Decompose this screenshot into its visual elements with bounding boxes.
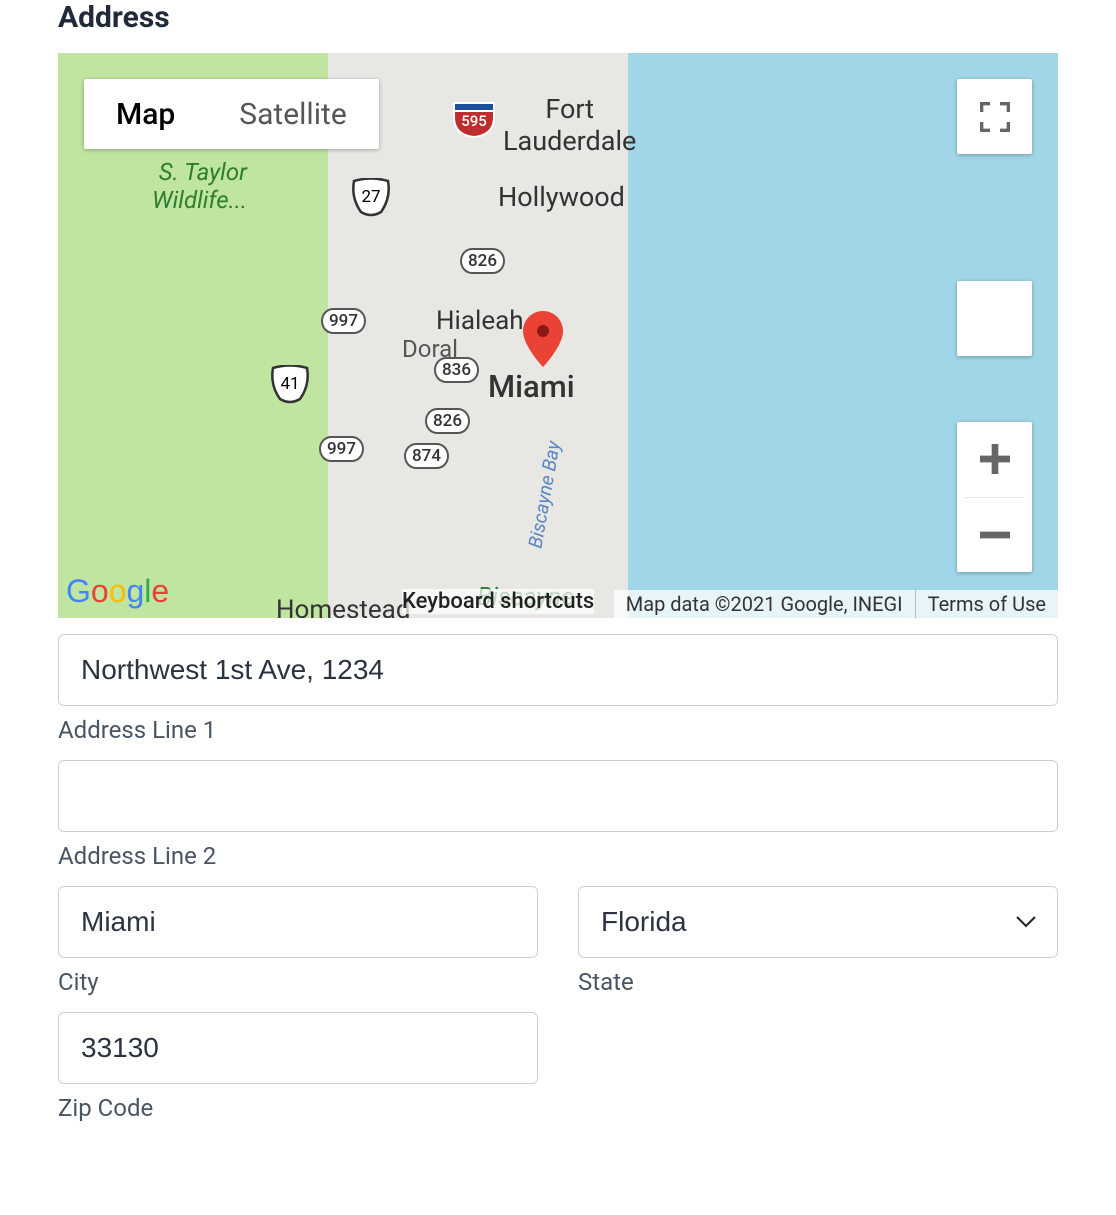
state-select[interactable] — [578, 886, 1058, 958]
hwy-shield-us41: 41 — [270, 365, 310, 409]
map-marker-icon — [523, 311, 563, 367]
zoom-control — [957, 422, 1032, 572]
map-data-attribution: Map data ©2021 Google, INEGI — [614, 590, 915, 618]
map-label-miami: Miami — [488, 368, 575, 405]
zip-code-label: Zip Code — [58, 1094, 538, 1122]
hwy-shield-836: 836 — [434, 357, 479, 383]
address-line-1-input[interactable] — [58, 634, 1058, 706]
map-type-map[interactable]: Map — [84, 79, 207, 149]
map-type-toggle: Map Satellite — [84, 79, 379, 149]
plus-icon — [980, 444, 1010, 474]
zoom-out-button[interactable] — [957, 498, 1032, 573]
map-type-satellite[interactable]: Satellite — [207, 79, 378, 149]
hwy-shield-us27: 27 — [351, 178, 391, 222]
keyboard-shortcuts-button[interactable]: Keyboard shortcuts — [402, 589, 594, 614]
hwy-shield-997-bot: 997 — [319, 436, 364, 462]
map-label-fort-lauderdale: Fort Lauderdale — [503, 93, 636, 157]
terms-link[interactable]: Terms of Use — [915, 590, 1058, 618]
map-label-hollywood: Hollywood — [498, 181, 625, 213]
hwy-shield-826-bot: 826 — [425, 408, 470, 434]
address-line-2-input[interactable] — [58, 760, 1058, 832]
address-line-2-label: Address Line 2 — [58, 842, 1058, 870]
hwy-shield-i595: 595 — [452, 99, 496, 143]
city-label: City — [58, 968, 538, 996]
map-label-hialeah: Hialeah — [436, 306, 524, 336]
zip-code-input[interactable] — [58, 1012, 538, 1084]
google-logo: Google — [66, 573, 169, 610]
state-label: State — [578, 968, 1058, 996]
hwy-shield-997-top: 997 — [321, 308, 366, 334]
map-label-wildlife: S. Taylor Wildlife... — [152, 158, 247, 214]
streetview-control — [957, 281, 1032, 356]
fullscreen-control — [957, 79, 1032, 154]
map-label-homestead: Homestead — [276, 595, 410, 618]
address-line-1-label: Address Line 1 — [58, 716, 1058, 744]
hwy-shield-826-top: 826 — [460, 248, 505, 274]
zoom-in-button[interactable] — [957, 422, 1032, 497]
hwy-shield-874: 874 — [404, 443, 449, 469]
map-attribution: Map data ©2021 Google, INEGI Terms of Us… — [614, 590, 1058, 618]
minus-icon — [980, 520, 1010, 550]
fullscreen-button[interactable] — [957, 79, 1032, 154]
fullscreen-icon — [980, 102, 1010, 132]
city-input[interactable] — [58, 886, 538, 958]
section-title-address: Address — [58, 0, 1058, 35]
map[interactable]: S. Taylor Wildlife... Fort Lauderdale Ho… — [58, 53, 1058, 618]
streetview-button[interactable] — [957, 281, 1032, 356]
